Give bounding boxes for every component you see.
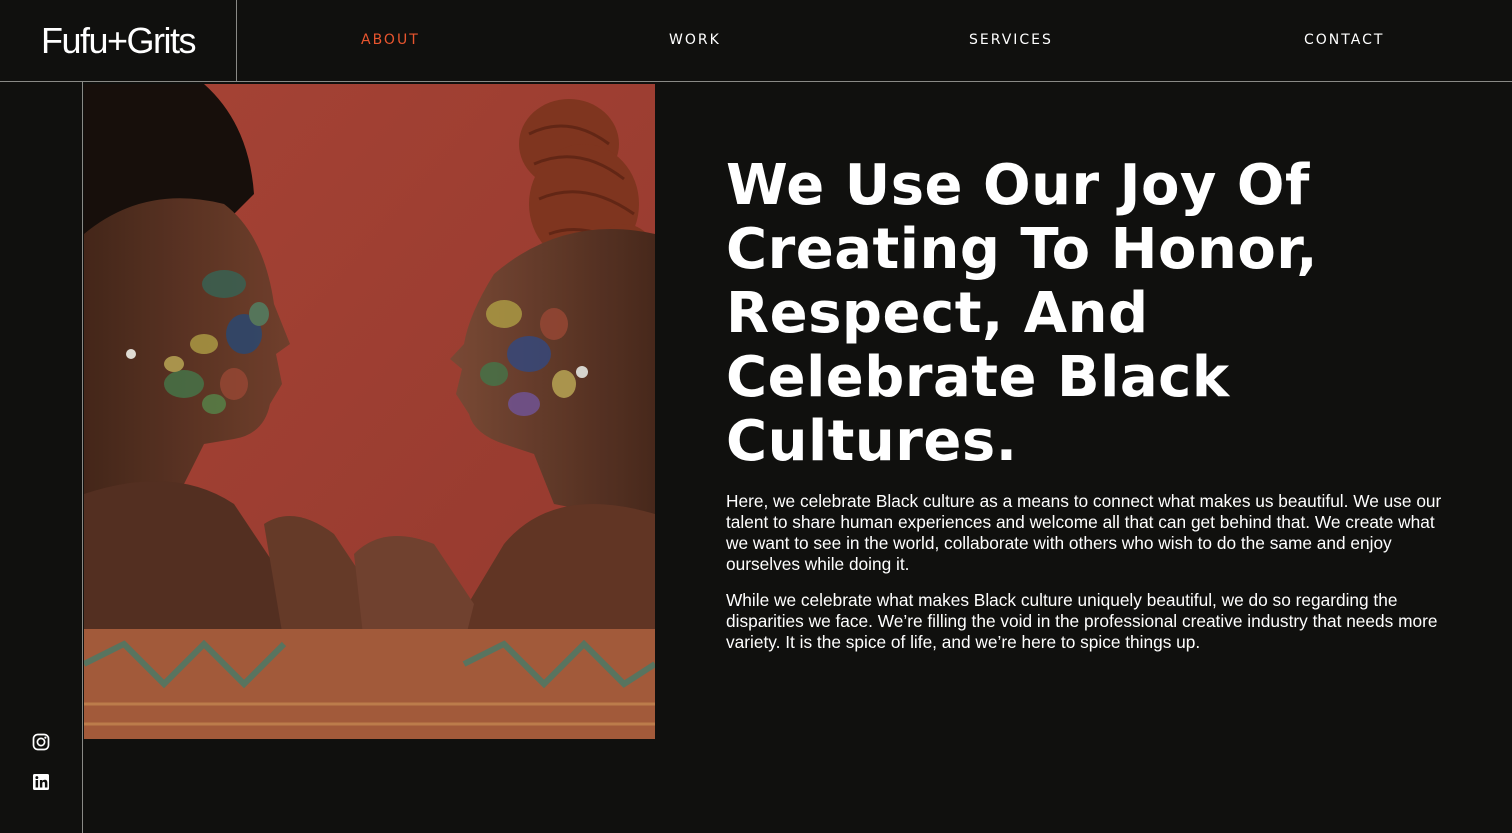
about-paragraph-2: While we celebrate what makes Black cult… — [726, 590, 1438, 652]
top-navigation-bar: Fufu+Grits ABOUT WORK SERVICES CONTACT — [0, 0, 1512, 82]
brand-logo[interactable]: Fufu+Grits — [41, 23, 197, 59]
nav-contact[interactable]: CONTACT — [1304, 32, 1384, 48]
nav-services[interactable]: SERVICES — [969, 32, 1053, 48]
hero-headline: We Use Our Joy Of Creating To Honor, Res… — [726, 153, 1318, 474]
instagram-icon[interactable] — [32, 733, 50, 751]
linkedin-icon[interactable] — [32, 773, 50, 791]
left-sidebar — [0, 82, 83, 833]
logo-container[interactable]: Fufu+Grits — [0, 0, 237, 82]
nav-work[interactable]: WORK — [669, 32, 721, 48]
about-paragraph-1: Here, we celebrate Black culture as a me… — [726, 491, 1442, 574]
nav-about[interactable]: ABOUT — [361, 32, 420, 48]
hero-photo — [84, 84, 655, 739]
